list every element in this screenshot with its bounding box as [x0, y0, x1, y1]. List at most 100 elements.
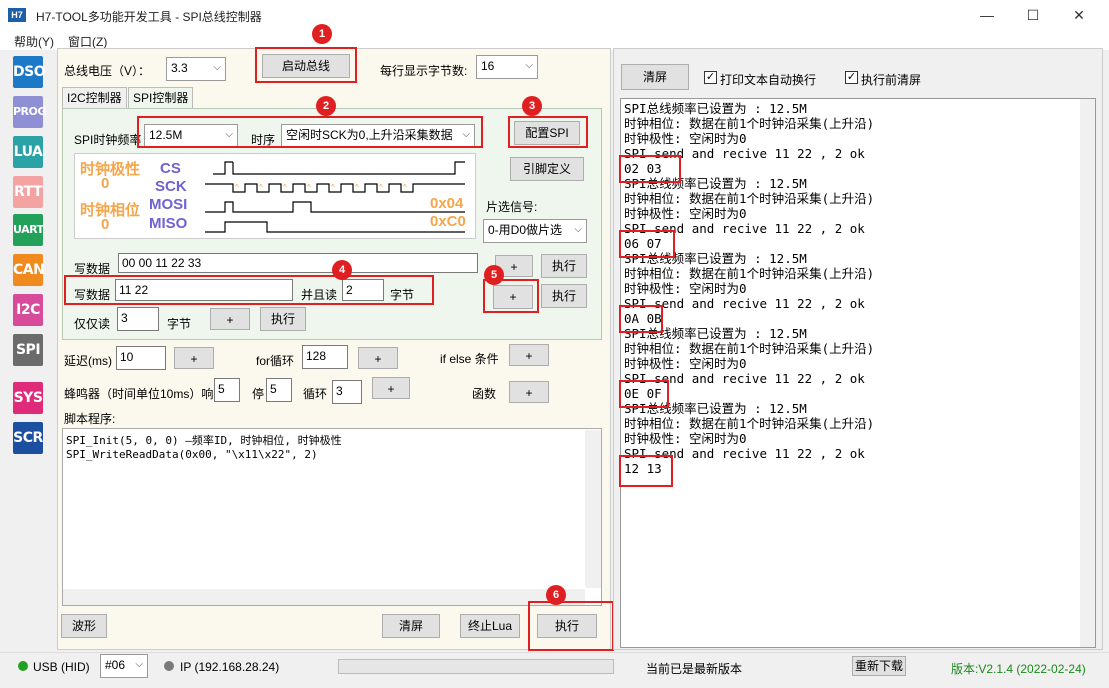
bus-voltage-select[interactable]: 3.3 ⌵ — [166, 57, 226, 81]
highlight-box-2 — [137, 116, 483, 148]
minimize-button[interactable]: — — [964, 0, 1010, 30]
script-vertical-scrollbar[interactable] — [585, 430, 601, 588]
result-highlight-1 — [619, 155, 681, 183]
log-line: SPI send and recive 11 22 , 2 ok — [624, 446, 865, 461]
version-label: 版本:V2.1.4 (2022-02-24) — [951, 662, 1086, 676]
log-line: 时钟极性: 空闲时为0 — [624, 206, 747, 221]
badge-2: 2 — [316, 96, 336, 116]
auto-wrap-label: 打印文本自动换行 — [720, 73, 817, 87]
log-line: SPI send and recive 11 22 , 2 ok — [624, 221, 865, 236]
waveform-button[interactable]: 波形 — [61, 614, 107, 638]
cpha-value: 0 — [101, 216, 110, 233]
progress-bar — [338, 659, 614, 674]
buzzer-add-button[interactable]: + — [372, 377, 410, 399]
read-only-label: 仅仅读 — [74, 317, 111, 331]
bytes-per-line-label: 每行显示字节数: — [380, 64, 468, 78]
redownload-button[interactable]: 重新下载 — [852, 656, 906, 676]
write-read-exec-button[interactable]: 执行 — [541, 284, 587, 308]
sidebar-item-spi[interactable]: SPI — [13, 334, 43, 366]
clear-before-exec-checkbox[interactable]: ✓ — [845, 71, 858, 84]
log-line: 时钟极性: 空闲时为0 — [624, 356, 747, 371]
bus-voltage-label: 总线电压（V）： — [64, 64, 151, 78]
usb-status-icon — [18, 661, 28, 671]
maximize-button[interactable]: ☐ — [1010, 0, 1056, 30]
script-program-label: 脚本程序: — [64, 412, 116, 426]
function-add-button[interactable]: + — [509, 381, 549, 403]
badge-4: 4 — [332, 260, 352, 280]
delay-label: 延迟(ms) — [64, 354, 112, 368]
script-clear-button[interactable]: 清屏 — [382, 614, 440, 638]
signal-sck: SCK — [155, 178, 187, 195]
clear-before-exec-label: 执行前清屏 — [861, 73, 922, 87]
ifelse-add-button[interactable]: + — [509, 344, 549, 366]
badge-3: 3 — [522, 96, 542, 116]
for-loop-input[interactable]: 128 — [302, 345, 348, 369]
delay-input[interactable]: 10 — [116, 346, 166, 370]
sidebar-item-prog[interactable]: PROG — [13, 96, 46, 128]
script-line: SPI_WriteReadData(0x00, "\x11\x22", 2) — [66, 448, 318, 461]
log-vertical-scrollbar[interactable] — [1080, 99, 1095, 647]
read-only-add-button[interactable]: + — [210, 308, 250, 330]
buzzer-loop-input[interactable]: 3 — [332, 380, 362, 404]
highlight-box-1 — [255, 47, 357, 83]
script-horizontal-scrollbar[interactable] — [63, 589, 585, 605]
result-highlight-2 — [619, 230, 675, 258]
app-icon: H7 — [8, 8, 26, 22]
sidebar-item-scr[interactable]: SCR — [13, 422, 43, 454]
log-line: 时钟相位: 数据在前1个时钟沿采集(上升沿) — [624, 341, 875, 356]
buzzer-on-input[interactable]: 5 — [214, 378, 240, 402]
svg-text:^: ^ — [355, 183, 359, 192]
svg-text:^: ^ — [379, 183, 383, 192]
signal-miso: MISO — [149, 215, 188, 232]
sidebar-item-uart[interactable]: UART — [13, 214, 44, 246]
ifelse-label: if else 条件 — [440, 352, 499, 366]
output-clear-button[interactable]: 清屏 — [621, 64, 689, 90]
chip-select-select[interactable]: 0-用D0做片选 ⌵ — [483, 219, 587, 243]
svg-text:^: ^ — [307, 183, 311, 192]
cpol-label: 时钟极性 — [80, 161, 141, 178]
buzzer-loop-label: 循环 — [303, 387, 328, 401]
tab-spi[interactable]: SPI控制器 — [128, 87, 194, 110]
log-line: SPI send and recive 11 22 , 2 ok — [624, 146, 865, 161]
script-line: SPI_Init(5, 0, 0) —频率ID, 时钟相位, 时钟极性 — [66, 434, 342, 447]
svg-text:^: ^ — [283, 183, 287, 192]
mosi-hex: 0x04 — [430, 195, 464, 212]
log-line: 时钟极性: 空闲时为0 — [624, 431, 747, 446]
log-line: 06 07 — [624, 236, 662, 251]
sidebar-item-dso[interactable]: DSO — [13, 56, 46, 88]
delay-add-button[interactable]: + — [174, 347, 214, 369]
sidebar-item-i2c[interactable]: I2C — [13, 294, 43, 326]
sidebar-item-sys[interactable]: SYS — [13, 382, 43, 414]
pin-definition-button[interactable]: 引脚定义 — [510, 157, 584, 181]
read-only-exec-button[interactable]: 执行 — [260, 307, 306, 331]
sidebar-item-lua[interactable]: LUA — [13, 136, 43, 168]
log-line: SPI总线频率已设置为 : 12.5M — [624, 326, 807, 341]
log-line: SPI总线频率已设置为 : 12.5M — [624, 251, 807, 266]
chevron-down-icon: ⌵ — [213, 62, 221, 73]
menu-help[interactable]: 帮助(Y) — [14, 33, 54, 50]
log-line: 12 13 — [624, 461, 662, 476]
output-log[interactable]: SPI总线频率已设置为 : 12.5M 时钟相位: 数据在前1个时钟沿采集(上升沿… — [620, 98, 1096, 648]
bytes-per-line-select[interactable]: 16 ⌵ — [476, 55, 538, 79]
tab-i2c[interactable]: I2C控制器 — [62, 87, 127, 109]
log-line: 时钟极性: 空闲时为0 — [624, 281, 747, 296]
svg-text:^: ^ — [331, 183, 335, 192]
read-only-input[interactable]: 3 — [117, 307, 159, 331]
log-line: 时钟相位: 数据在前1个时钟沿采集(上升沿) — [624, 191, 875, 206]
device-select[interactable]: #06 ⌵ — [100, 654, 148, 678]
log-line: SPI send and recive 11 22 , 2 ok — [624, 371, 865, 386]
write-data-input[interactable]: 00 00 11 22 33 — [118, 253, 478, 273]
stop-lua-button[interactable]: 终止Lua — [460, 614, 520, 638]
svg-text:^: ^ — [403, 183, 407, 192]
close-button[interactable]: ✕ — [1056, 0, 1102, 30]
write-exec-button[interactable]: 执行 — [541, 254, 587, 278]
sidebar-item-can[interactable]: CAN — [13, 254, 45, 286]
for-loop-add-button[interactable]: + — [358, 347, 398, 369]
buzzer-stop-input[interactable]: 5 — [266, 378, 292, 402]
script-editor[interactable]: SPI_Init(5, 0, 0) —频率ID, 时钟相位, 时钟极性 SPI_… — [62, 428, 602, 606]
log-line: 时钟极性: 空闲时为0 — [624, 131, 747, 146]
log-line: SPI总线频率已设置为 : 12.5M — [624, 101, 807, 116]
log-line: 时钟相位: 数据在前1个时钟沿采集(上升沿) — [624, 416, 875, 431]
auto-wrap-checkbox[interactable]: ✓ — [704, 71, 717, 84]
sidebar-item-rtt[interactable]: RTT — [13, 176, 43, 208]
